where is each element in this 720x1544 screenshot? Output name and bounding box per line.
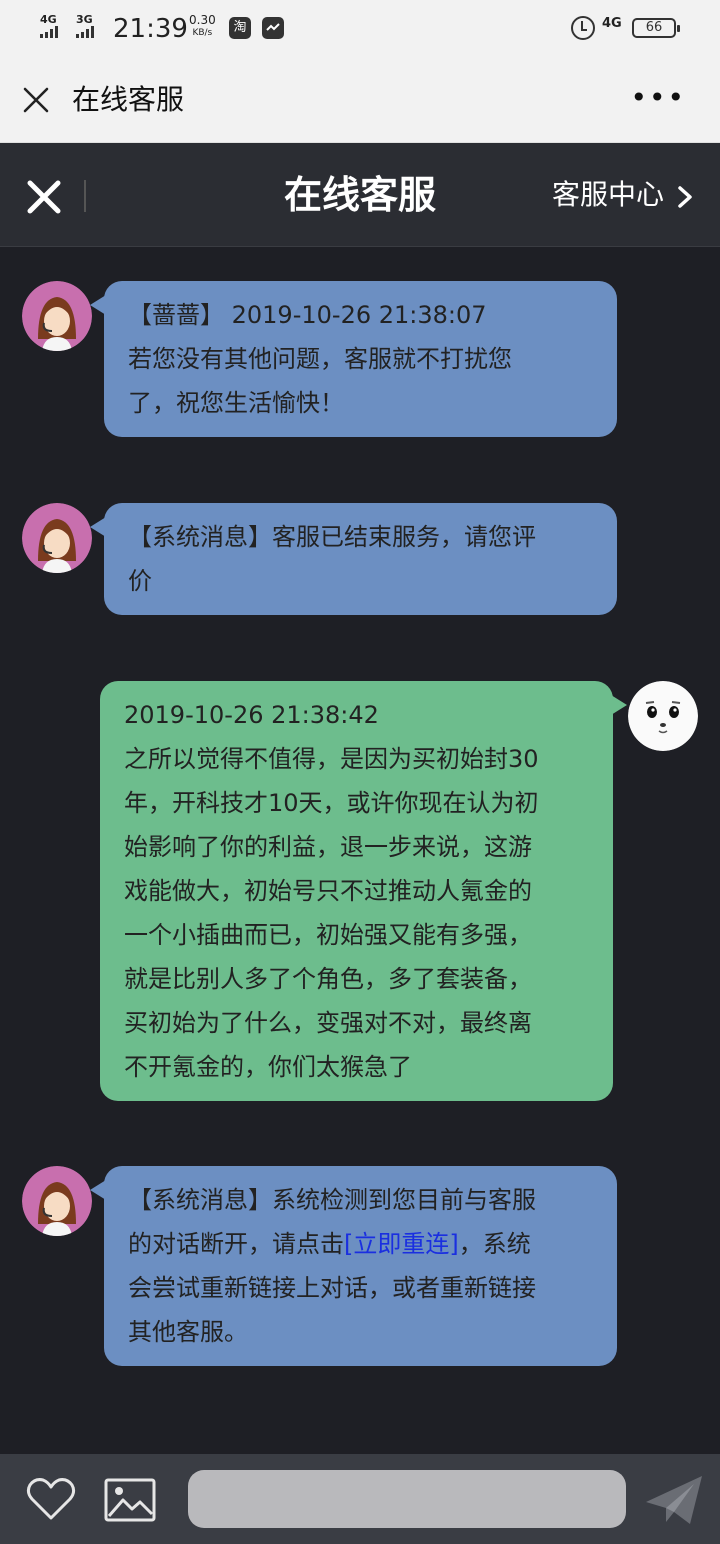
agent-avatar [22,503,92,573]
agent-avatar [22,281,92,351]
send-icon[interactable] [644,1472,704,1528]
close-icon[interactable] [22,86,50,114]
message-line: 一个小插曲而已，初始强又能有多强， [124,921,532,949]
message-line: 就是比别人多了个角色，多了套装备， [124,965,532,993]
message-line: 之所以觉得不值得，是因为买初始封30 [124,745,539,773]
webview-title: 在线客服 [72,83,185,116]
message-line: 价 [128,567,152,595]
reconnect-link[interactable]: [立即重连] [344,1230,459,1258]
message-line: 2019-10-26 21:38:42 [124,701,379,729]
app-notification-icon [262,17,284,39]
message-line: 会尝试重新链接上对话，或者重新链接 [128,1274,536,1302]
battery-icon: 66 [632,18,680,38]
message-line: 的对话断开，请点击[立即重连]，系统 [128,1222,593,1266]
message-line: 【蔷蔷】 2019-10-26 21:38:07 [128,301,487,329]
message-bubble[interactable]: 【系统消息】客服已结束服务，请您评 价 [90,503,617,615]
message-text: 的对话断开，请点击 [128,1230,344,1258]
message-line: 若您没有其他问题，客服就不打扰您 [128,345,512,373]
network-speed: 0.30 KB/s [189,14,216,40]
chat-area[interactable]: 【蔷蔷】 2019-10-26 21:38:07 若您没有其他问题，客服就不打扰… [0,248,720,1454]
message-line: 戏能做大，初始号只不过推动人氪金的 [124,877,532,905]
webview-top-bar: 在线客服 ••• [0,58,720,143]
message-line: 年，开科技才10天，或许你现在认为初 [124,789,539,817]
signal-label-2: 3G [76,13,93,26]
message-line: 【系统消息】系统检测到您目前与客服 [128,1186,536,1214]
more-icon[interactable]: ••• [630,84,686,112]
speed-unit: KB/s [192,28,213,38]
status-bar: 4G 3G 21:39 0.30 KB/s 淘 4G 66 [0,0,720,58]
network-type: 4G [602,16,622,31]
message-line: 不开氪金的，你们太猴急了 [124,1053,412,1081]
chat-header: 在线客服 客服中心 [0,143,720,247]
user-avatar [628,681,698,751]
message-text: ，系统 [458,1230,531,1258]
signal-label-1: 4G [40,13,57,26]
message-input[interactable] [188,1470,626,1528]
message-bubble[interactable]: 【系统消息】系统检测到您目前与客服 的对话断开，请点击[立即重连]，系统 会尝试… [90,1166,617,1366]
speed-value: 0.30 [189,13,216,27]
chevron-right-icon[interactable] [676,186,694,208]
agent-avatar [22,1166,92,1236]
image-icon[interactable] [104,1478,156,1522]
signal-bars-icon [40,26,58,38]
clock: 21:39 [113,14,188,44]
message-line: 买初始为了什么，变强对不对，最终离 [124,1009,532,1037]
taobao-app-icon: 淘 [229,17,251,39]
message-bubble[interactable]: 【蔷蔷】 2019-10-26 21:38:07 若您没有其他问题，客服就不打扰… [90,281,617,437]
message-line: 了，祝您生活愉快！ [128,389,344,417]
message-line: 【系统消息】客服已结束服务，请您评 [128,523,536,551]
alarm-icon [571,16,595,40]
service-center-link[interactable]: 客服中心 [552,177,664,213]
message-bubble[interactable]: 2019-10-26 21:38:42 之所以觉得不值得，是因为买初始封30 年… [100,681,627,1101]
message-line: 其他客服。 [128,1318,248,1346]
signal-bars-icon [76,26,94,38]
input-bar [0,1454,720,1544]
message-line: 始影响了你的利益，退一步来说，这游 [124,833,532,861]
heart-icon[interactable] [26,1476,76,1522]
